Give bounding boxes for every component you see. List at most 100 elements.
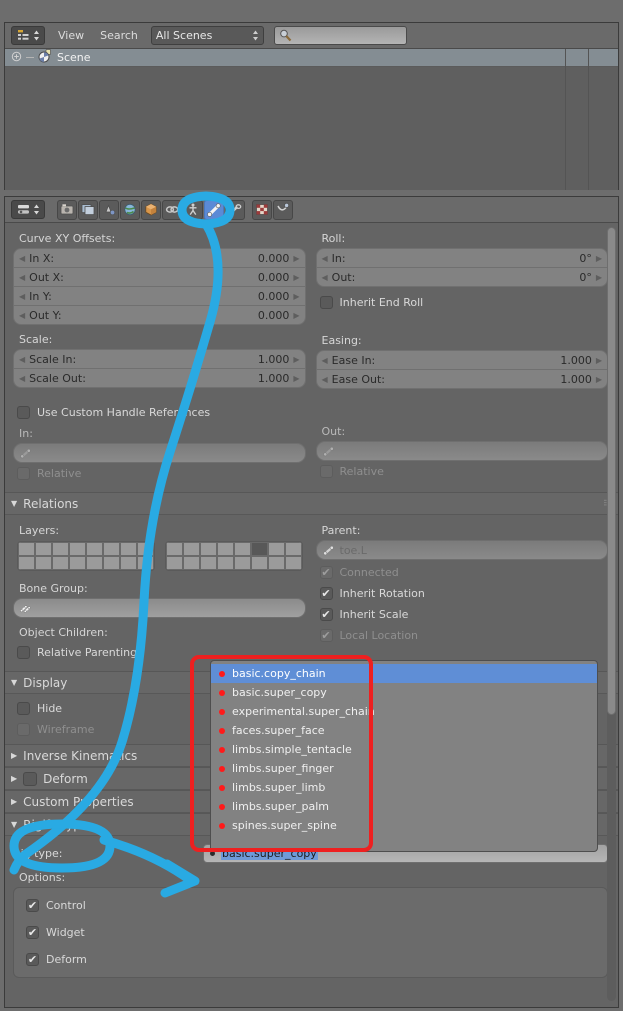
layer-cell[interactable] <box>217 556 234 570</box>
option-deform-row[interactable]: ✔ Deform <box>26 949 599 970</box>
view-menu[interactable]: View <box>55 29 87 42</box>
wireframe-checkbox[interactable] <box>17 723 30 736</box>
layer-cell[interactable] <box>217 542 234 556</box>
outliner-editor-type-button[interactable] <box>11 26 45 45</box>
scene-tab[interactable] <box>99 199 119 220</box>
relations-panel-header[interactable]: ▼ Relations ⠿ <box>5 492 618 515</box>
layer-cell[interactable] <box>137 556 154 570</box>
layer-cell[interactable] <box>52 556 69 570</box>
plus-icon[interactable] <box>11 51 22 65</box>
inherit-scale-row[interactable]: ✔ Inherit Scale <box>319 604 609 625</box>
parent-field[interactable]: toe.L <box>315 540 608 560</box>
handle-out-relative-row[interactable]: Relative <box>319 461 609 482</box>
deform-enable-checkbox[interactable] <box>23 771 38 786</box>
layer-cell[interactable] <box>285 542 302 556</box>
bone-tab[interactable] <box>204 199 224 220</box>
world-tab[interactable] <box>120 199 140 220</box>
render-layers-tab[interactable] <box>78 199 98 220</box>
rig-type-option[interactable]: basic.copy_chain <box>211 664 597 683</box>
layer-cell[interactable] <box>103 556 120 570</box>
layer-cell[interactable] <box>120 542 137 556</box>
layer-cell-active[interactable] <box>251 542 268 556</box>
relative-parenting-checkbox[interactable] <box>17 646 30 659</box>
handle-in-relative-row[interactable]: Relative <box>17 463 306 484</box>
handle-out-relative-checkbox[interactable] <box>319 465 333 478</box>
rig-type-option[interactable]: limbs.super_finger <box>211 759 597 778</box>
layer-cell[interactable] <box>251 556 268 570</box>
option-control-checkbox[interactable]: ✔ <box>26 899 39 912</box>
layer-cell[interactable] <box>18 542 35 556</box>
layer-cell[interactable] <box>86 556 103 570</box>
hide-checkbox[interactable] <box>17 702 30 715</box>
curve-in-y-field[interactable]: ◀ In Y: 0.000 ▶ <box>13 286 306 306</box>
outliner-row-scene[interactable]: Scene <box>5 49 618 67</box>
layer-cell[interactable] <box>200 542 217 556</box>
rig-type-option[interactable]: faces.super_face <box>211 721 597 740</box>
ease-out-field[interactable]: ◀ Ease Out: 1.000 ▶ <box>315 369 608 389</box>
render-tab[interactable] <box>57 199 77 220</box>
layer-cell[interactable] <box>166 556 183 570</box>
roll-out-field[interactable]: ◀ Out: 0° ▶ <box>315 267 608 287</box>
layer-cell[interactable] <box>234 542 251 556</box>
layer-cell[interactable] <box>166 542 183 556</box>
handle-in-field[interactable] <box>13 443 306 463</box>
rig-type-option[interactable]: limbs.super_limb <box>211 778 597 797</box>
inherit-end-roll-checkbox[interactable] <box>319 296 333 309</box>
handle-in-relative-checkbox[interactable] <box>17 467 30 480</box>
inherit-rotation-row[interactable]: ✔ Inherit Rotation <box>319 583 609 604</box>
scale-out-field[interactable]: ◀ Scale Out: 1.000 ▶ <box>13 368 306 388</box>
layer-cell[interactable] <box>183 556 200 570</box>
rig-type-option[interactable]: limbs.super_palm <box>211 797 597 816</box>
curve-out-y-field[interactable]: ◀ Out Y: 0.000 ▶ <box>13 305 306 325</box>
bone-group-field[interactable] <box>13 598 306 618</box>
rig-type-option[interactable]: experimental.super_chain <box>211 702 597 721</box>
layer-cell[interactable] <box>18 556 35 570</box>
use-custom-handle-refs-checkbox[interactable] <box>17 406 30 419</box>
curve-in-x-field[interactable]: ◀ In X: 0.000 ▶ <box>13 248 306 268</box>
local-location-checkbox[interactable]: ✔ <box>319 629 333 642</box>
roll-in-field[interactable]: ◀ In: 0° ▶ <box>315 248 608 268</box>
rig-type-option[interactable]: limbs.simple_tentacle <box>211 740 597 759</box>
constraints-tab[interactable] <box>162 199 182 220</box>
object-tab[interactable] <box>141 199 161 220</box>
bone-constraint-tab[interactable] <box>225 199 245 220</box>
outliner-tree[interactable]: Scene <box>5 49 618 190</box>
layer-cell[interactable] <box>120 556 137 570</box>
texture-tab[interactable] <box>252 199 272 220</box>
layer-cell[interactable] <box>35 556 52 570</box>
layer-cell[interactable] <box>103 542 120 556</box>
properties-scrollbar-thumb[interactable] <box>607 227 616 715</box>
properties-editor-type-button[interactable] <box>11 200 45 219</box>
connected-checkbox[interactable]: ✔ <box>319 566 333 579</box>
layer-cell[interactable] <box>69 542 86 556</box>
rig-type-option[interactable]: spines.super_spine <box>211 816 597 835</box>
physics-tab[interactable] <box>273 199 293 220</box>
layer-cell[interactable] <box>137 542 154 556</box>
layer-cell[interactable] <box>268 542 285 556</box>
armature-data-tab[interactable] <box>183 199 203 220</box>
search-input[interactable] <box>273 26 407 45</box>
option-widget-row[interactable]: ✔ Widget <box>26 922 599 943</box>
use-custom-handle-refs-row[interactable]: Use Custom Handle References <box>17 402 306 423</box>
search-menu[interactable]: Search <box>97 29 141 42</box>
inherit-end-roll-row[interactable]: Inherit End Roll <box>319 292 609 313</box>
connected-row[interactable]: ✔ Connected <box>319 562 609 583</box>
rig-type-option[interactable]: basic.super_copy <box>211 683 597 702</box>
inherit-scale-checkbox[interactable]: ✔ <box>319 608 333 621</box>
inherit-rotation-checkbox[interactable]: ✔ <box>319 587 333 600</box>
layer-cell[interactable] <box>69 556 86 570</box>
layer-cell[interactable] <box>234 556 251 570</box>
layer-cell[interactable] <box>285 556 302 570</box>
local-location-row[interactable]: ✔ Local Location <box>319 625 609 646</box>
layer-cell[interactable] <box>52 542 69 556</box>
display-mode-dropdown[interactable]: All Scenes <box>150 26 264 45</box>
layer-cell[interactable] <box>268 556 285 570</box>
properties-scrollbar-track[interactable] <box>607 227 616 1001</box>
rig-type-dropdown-popup[interactable]: basic.copy_chain basic.super_copy experi… <box>210 660 598 852</box>
option-control-row[interactable]: ✔ Control <box>26 895 599 916</box>
ease-in-field[interactable]: ◀ Ease In: 1.000 ▶ <box>315 350 608 370</box>
handle-out-field[interactable] <box>315 441 608 461</box>
layer-cell[interactable] <box>86 542 103 556</box>
curve-out-x-field[interactable]: ◀ Out X: 0.000 ▶ <box>13 267 306 287</box>
option-widget-checkbox[interactable]: ✔ <box>26 926 39 939</box>
